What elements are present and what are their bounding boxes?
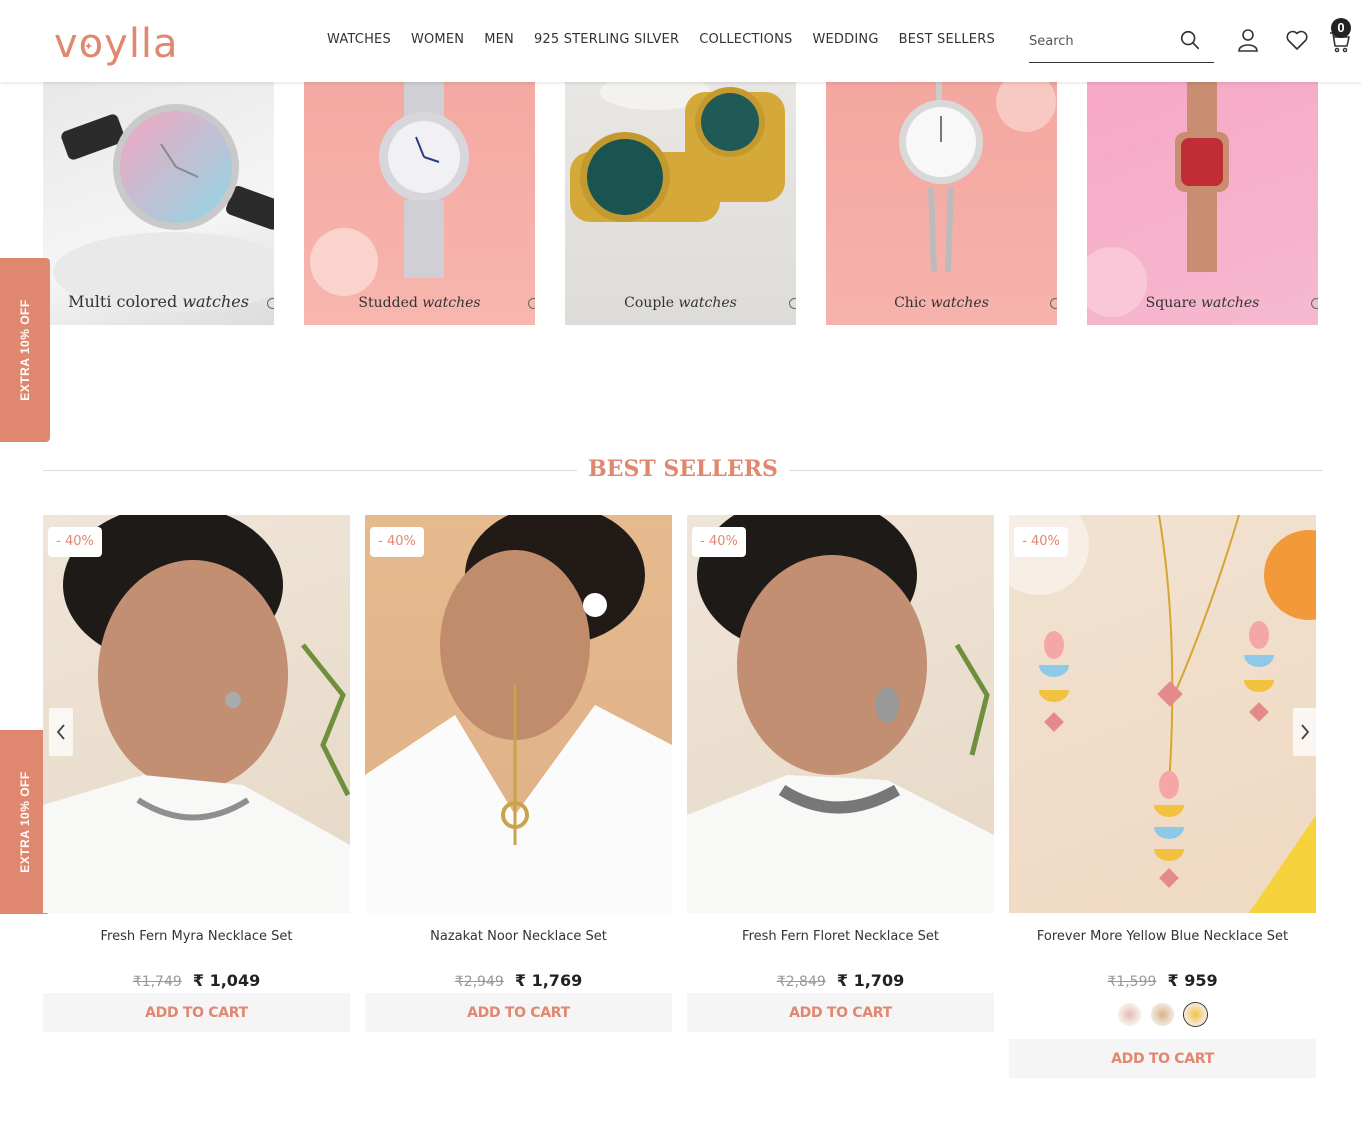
model-photo [43,515,350,913]
sale-price: ₹ 1,769 [514,971,583,990]
category-label: Studded watches [358,295,481,311]
product-name[interactable]: Fresh Fern Floret Necklace Set [687,929,994,944]
product-image[interactable]: - 40% [365,515,672,913]
add-to-cart-button[interactable]: ADD TO CART [1009,1039,1316,1078]
add-to-cart-button[interactable]: ADD TO CART [43,993,350,1032]
price-row: ₹1,599 ₹ 959 [1009,971,1316,990]
discount-badge: - 40% [1014,527,1068,557]
model-photo [365,515,672,913]
category-tile-couple[interactable]: Couple watches [565,82,796,325]
watch-image [899,82,1056,273]
nav-wedding[interactable]: WEDDING [812,32,878,47]
price-row: ₹1,749 ₹ 1,049 [43,971,350,990]
nav-best-sellers[interactable]: BEST SELLERS [899,32,995,47]
original-price: ₹1,749 [132,974,182,990]
cart-count-badge: 0 [1331,18,1351,38]
discount-badge: - 40% [370,527,424,557]
variant-swatches [1009,990,1316,1036]
watch-image [310,82,469,296]
category-label: Couple watches [624,295,737,311]
site-header: voylla ✦ WATCHES WOMEN MEN 925 STERLING … [0,0,1362,82]
original-price: ₹2,849 [776,974,826,990]
variant-swatch[interactable] [1118,1003,1141,1026]
discount-badge: - 40% [48,527,102,557]
product-image[interactable]: - 40% [687,515,994,913]
carousel-next-button[interactable] [1293,708,1317,756]
price-row: ₹2,949 ₹ 1,769 [365,971,672,990]
watch-image [570,82,785,222]
product-image[interactable]: - 40% [1009,515,1316,913]
product-card: - 40% Fresh Fern Myra Necklace Set ₹1,74… [43,515,350,1032]
original-price: ₹1,599 [1107,974,1157,990]
category-tile-studded[interactable]: Studded watches [304,82,535,325]
watch-image [53,104,274,312]
product-image[interactable]: - 40% [43,515,350,913]
product-photo [1009,515,1316,913]
add-to-cart-button[interactable]: ADD TO CART [365,993,672,1032]
sale-price: ₹ 1,049 [192,971,261,990]
category-label: Multi colored watches [68,292,249,311]
sale-price: ₹ 1,709 [836,971,905,990]
section-divider [789,470,1323,471]
nav-collections[interactable]: COLLECTIONS [699,32,792,47]
section-divider [43,470,577,471]
nav-sterling-silver[interactable]: 925 STERLING SILVER [534,32,679,47]
search-input[interactable] [1029,30,1169,52]
category-label: Square watches [1145,295,1260,311]
category-tile-multicolored[interactable]: Multi colored watches [43,82,274,325]
product-name[interactable]: Forever More Yellow Blue Necklace Set [1009,929,1316,944]
chevron-right-icon [1301,724,1310,740]
logo-star-icon: ✦ [84,41,94,53]
product-name[interactable]: Nazakat Noor Necklace Set [365,929,672,944]
category-tile-square[interactable]: Square watches [1087,82,1318,325]
chevron-left-icon [56,724,65,740]
heart-icon[interactable] [1285,28,1309,52]
extra-discount-tab[interactable]: EXTRA 10% OFF [0,258,50,442]
variant-swatch[interactable] [1151,1003,1174,1026]
arrow-circle-icon [267,298,274,309]
model-photo [687,515,994,913]
search-bar [1029,22,1214,63]
user-icon[interactable] [1236,28,1260,52]
category-label: Chic watches [894,295,989,311]
product-card: - 40% Fresh Fern Floret Necklace Set ₹2,… [687,515,994,1032]
brand-logo[interactable]: voylla [54,22,179,66]
arrow-circle-icon [1311,298,1318,309]
product-card: - 40% Forever More Yellow Blue Necklace … [1009,515,1316,1078]
arrow-circle-icon [1050,298,1057,309]
main-nav: WATCHES WOMEN MEN 925 STERLING SILVER CO… [327,32,1015,47]
nav-men[interactable]: MEN [484,32,514,47]
price-row: ₹2,849 ₹ 1,709 [687,971,994,990]
discount-badge: - 40% [692,527,746,557]
section-title: BEST SELLERS [588,456,778,482]
nav-women[interactable]: WOMEN [411,32,464,47]
arrow-circle-icon [789,298,796,309]
search-icon[interactable] [1179,29,1201,51]
watch-image [1087,82,1229,317]
original-price: ₹2,949 [454,974,504,990]
carousel-prev-button[interactable] [49,708,73,756]
nav-watches[interactable]: WATCHES [327,32,391,47]
variant-swatch-selected[interactable] [1184,1003,1207,1026]
category-tile-chic[interactable]: Chic watches [826,82,1057,325]
add-to-cart-button[interactable]: ADD TO CART [687,993,994,1032]
arrow-circle-icon [528,298,535,309]
product-name[interactable]: Fresh Fern Myra Necklace Set [43,929,350,944]
product-card: - 40% Nazakat Noor Necklace Set ₹2,949 ₹… [365,515,672,1032]
sale-price: ₹ 959 [1167,971,1218,990]
